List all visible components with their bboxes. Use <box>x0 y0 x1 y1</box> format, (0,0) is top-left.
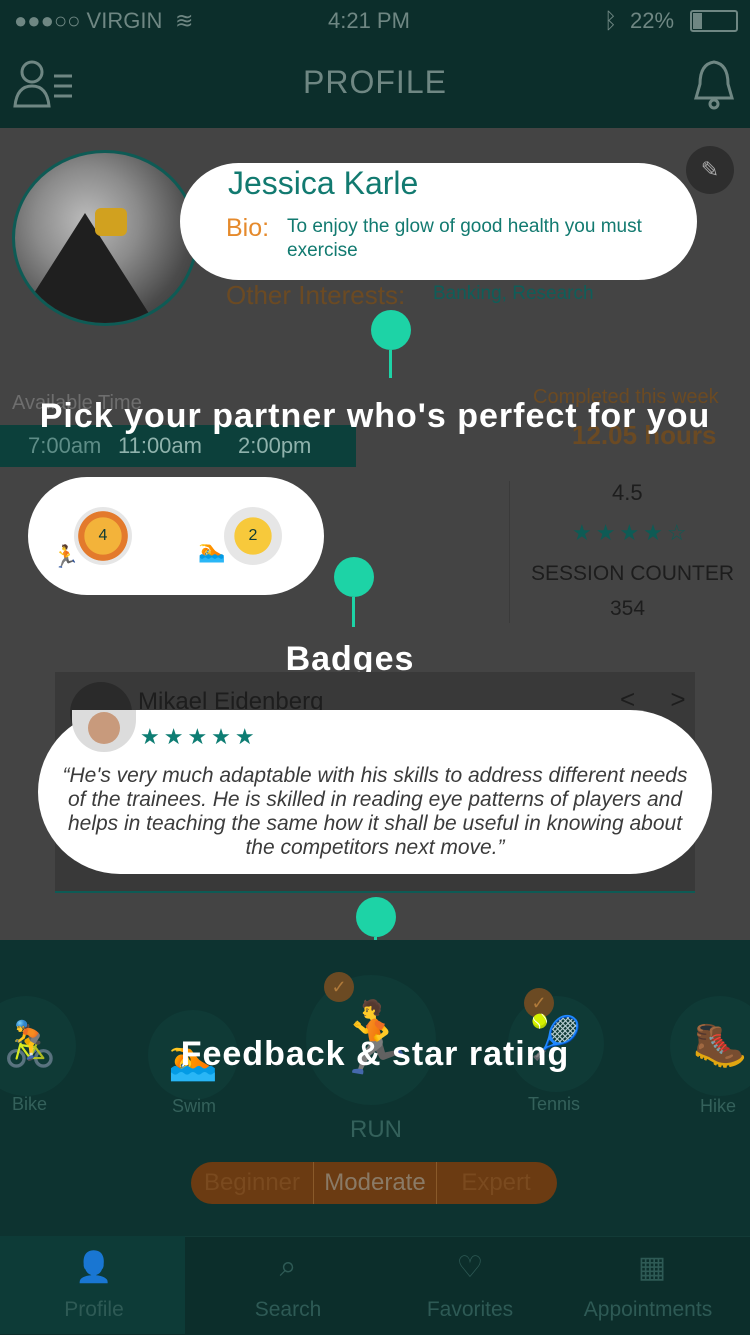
tab-search[interactable]: Search <box>188 1298 388 1322</box>
time-slot[interactable]: 7:00am <box>28 433 101 459</box>
skier-graphic <box>95 208 127 236</box>
medal-icon: 4 <box>74 507 132 565</box>
heart-icon: ♡ <box>456 1251 484 1284</box>
callout-stem-2 <box>352 597 355 627</box>
tab-profile[interactable]: Profile <box>0 1298 194 1322</box>
time-slot[interactable]: 2:00pm <box>238 433 311 459</box>
rating-stars: ★★★★☆ <box>572 520 691 545</box>
selected-activity-label: RUN <box>350 1116 402 1143</box>
feedback-label: Feedback & star rating <box>180 1035 570 1073</box>
badge-count: 4 <box>98 527 108 544</box>
level-expert[interactable]: Expert <box>435 1162 557 1204</box>
activity-label: Bike <box>12 1094 48 1114</box>
battery-percent: 22% <box>630 8 675 33</box>
wifi-icon: ≋ <box>175 8 194 33</box>
pencil-icon: ✎ <box>700 157 720 182</box>
review-stars: ★★★★★ <box>140 724 259 749</box>
mountain-graphic <box>15 213 155 323</box>
runner-icon: 🏃 <box>52 544 80 569</box>
search-icon: ⌕ <box>279 1250 297 1283</box>
bio-text: To enjoy the glow of good health you mus… <box>287 216 642 261</box>
other-interests-value: Banking, Research <box>433 283 594 304</box>
carrier-label: ●●●○○ VIRGIN <box>14 8 163 33</box>
level-moderate[interactable]: Moderate <box>313 1162 437 1204</box>
session-counter-value: 354 <box>610 597 646 620</box>
rating-value: 4.5 <box>612 480 643 505</box>
profile-tab-icon: 👤 <box>75 1251 113 1284</box>
badge-count: 2 <box>248 527 258 544</box>
level-selector: Beginner Moderate Expert <box>191 1162 557 1204</box>
bio-label: Bio: <box>226 214 270 242</box>
session-counter-label: SESSION COUNTER <box>531 562 735 585</box>
tab-appointments[interactable]: Appointments <box>548 1298 748 1322</box>
activity-label: Tennis <box>528 1094 581 1114</box>
status-bar: ●●●○○ VIRGIN ≋ 4:21 PM ᛒ 22% <box>0 0 750 40</box>
callout-dot-3 <box>356 897 396 937</box>
level-beginner[interactable]: Beginner <box>191 1162 313 1204</box>
callout-stem-1 <box>389 350 392 378</box>
callout-dot-1 <box>371 310 411 350</box>
overlay-tagline: Pick your partner who's perfect for you <box>39 397 711 435</box>
clock: 4:21 PM <box>328 8 410 33</box>
swimmer-icon: 🏊 <box>198 538 226 563</box>
tab-favorites[interactable]: Favorites <box>370 1298 570 1322</box>
activity-label: Hike <box>700 1096 737 1116</box>
divider <box>509 481 510 623</box>
activity-label: Swim <box>172 1096 216 1116</box>
bell-icon[interactable] <box>692 58 736 110</box>
profile-name: Jessica Karle <box>228 165 419 201</box>
edit-profile-button[interactable]: ✎ <box>686 146 734 194</box>
star-medal-icon: 2 <box>224 507 282 565</box>
page-title: PROFILE <box>303 64 447 100</box>
time-slot[interactable]: 11:00am <box>118 433 202 459</box>
other-interests-label: Other Interests: <box>226 280 406 310</box>
review-quote: “He's very much adaptable with his skill… <box>62 764 688 859</box>
calendar-icon: ▦ <box>637 1251 667 1284</box>
battery-icon <box>690 10 738 32</box>
app-header: PROFILE <box>0 40 750 128</box>
bluetooth-icon: ᛒ <box>604 8 618 33</box>
profile-avatar <box>12 150 198 326</box>
callout-dot-2 <box>334 557 374 597</box>
